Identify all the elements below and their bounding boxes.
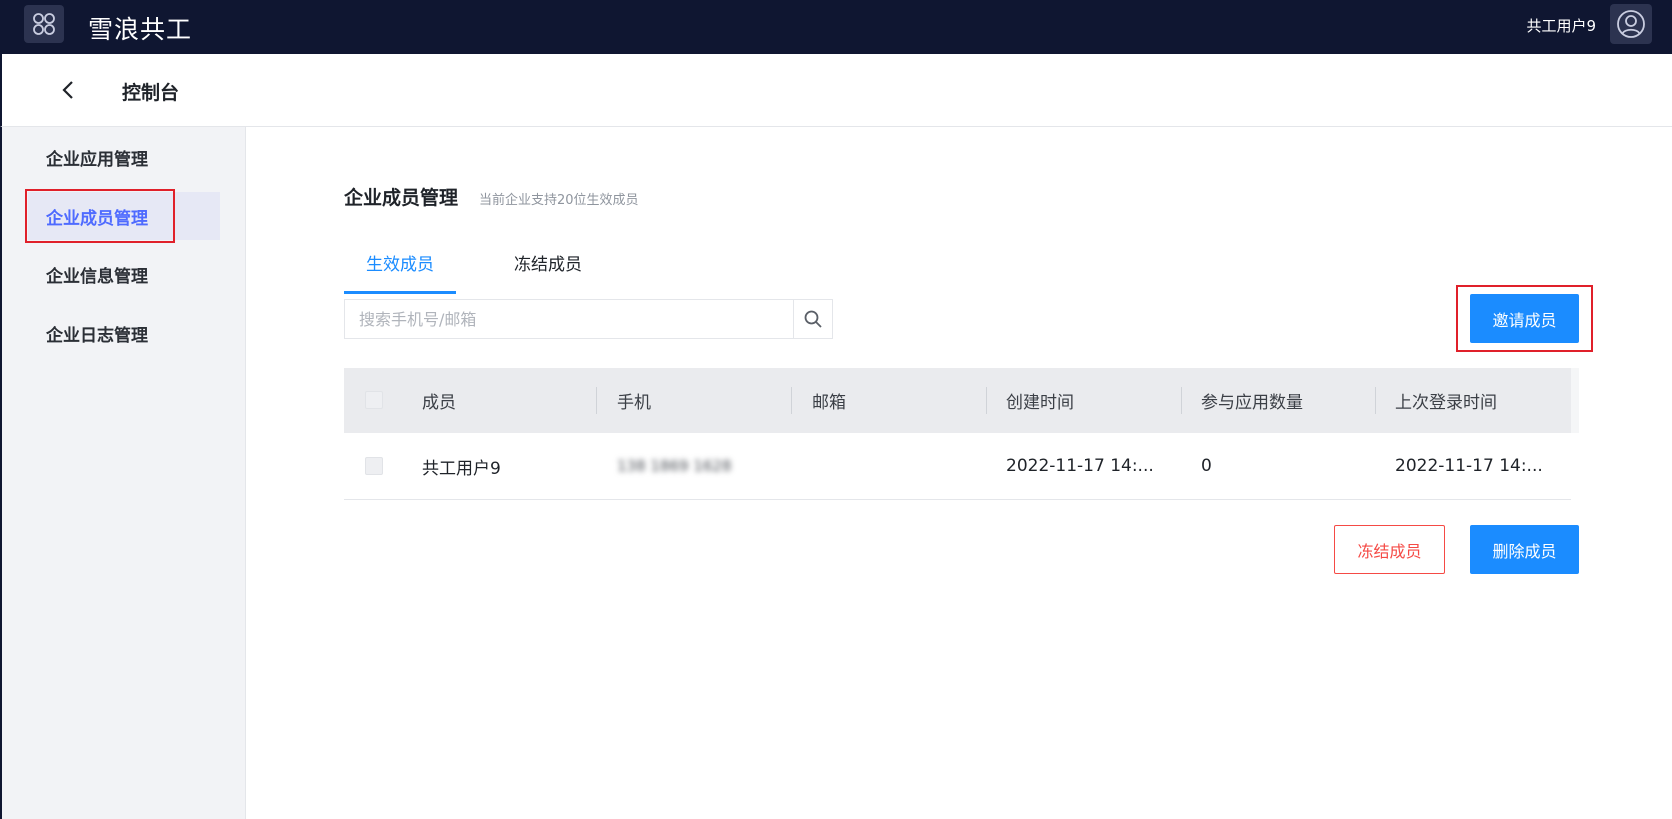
delete-member-button[interactable]: 删除成员 xyxy=(1470,525,1579,574)
table-scrollbar[interactable] xyxy=(1571,368,1579,433)
grid-apps-icon[interactable] xyxy=(24,5,64,43)
column-divider[interactable] xyxy=(596,387,597,414)
cell-created: 2022-11-17 14:... xyxy=(1006,456,1154,476)
console-title: 控制台 xyxy=(122,82,180,104)
column-header-phone[interactable]: 手机 xyxy=(617,368,651,433)
current-user-name[interactable]: 共工用户9 xyxy=(1526,15,1596,36)
column-header-app-count[interactable]: 参与应用数量 xyxy=(1201,368,1303,433)
row-checkbox[interactable] xyxy=(365,457,383,475)
console-header: 控制台 xyxy=(0,54,1672,127)
table-header: 成员 手机 邮箱 创建时间 参与应用数量 上次登录时间 xyxy=(344,368,1579,433)
members-table: 成员 手机 邮箱 创建时间 参与应用数量 上次登录时间 共工用户9 138 18… xyxy=(344,368,1579,500)
cell-phone: 138 1869 1628 xyxy=(617,457,732,475)
user-avatar-icon[interactable] xyxy=(1610,4,1652,44)
tab-active-members[interactable]: 生效成员 xyxy=(344,250,456,275)
column-divider[interactable] xyxy=(986,387,987,414)
tab-frozen-members[interactable]: 冻结成员 xyxy=(496,250,600,275)
search-icon[interactable] xyxy=(793,300,832,338)
select-all-checkbox[interactable] xyxy=(365,391,383,409)
sidebar-item-app-management[interactable]: 企业应用管理 xyxy=(28,133,220,181)
column-divider[interactable] xyxy=(791,387,792,414)
tab-active-indicator xyxy=(344,291,456,294)
invite-member-button[interactable]: 邀请成员 xyxy=(1470,294,1579,343)
cell-member: 共工用户9 xyxy=(422,458,501,479)
column-header-member[interactable]: 成员 xyxy=(422,368,456,433)
column-header-email[interactable]: 邮箱 xyxy=(812,368,846,433)
search-input[interactable] xyxy=(345,300,795,338)
table-row[interactable]: 共工用户9 138 1869 1628 2022-11-17 14:... 0 … xyxy=(344,433,1571,500)
top-bar: 雪浪共工 共工用户9 xyxy=(0,0,1672,54)
sidebar-item-info-management[interactable]: 企业信息管理 xyxy=(28,250,220,298)
freeze-member-button[interactable]: 冻结成员 xyxy=(1334,525,1445,574)
cell-app-count: 0 xyxy=(1201,456,1212,476)
page-subtitle: 当前企业支持20位生效成员 xyxy=(479,193,639,208)
sidebar-item-log-management[interactable]: 企业日志管理 xyxy=(28,309,220,357)
column-header-created[interactable]: 创建时间 xyxy=(1006,368,1074,433)
page-title: 企业成员管理 xyxy=(344,187,459,209)
sidebar-item-member-management[interactable]: 企业成员管理 xyxy=(28,192,220,240)
search-box xyxy=(344,299,833,339)
chevron-left-icon[interactable] xyxy=(56,78,80,102)
brand-name: 雪浪共工 xyxy=(88,15,193,44)
column-divider[interactable] xyxy=(1375,387,1376,414)
column-header-last-login[interactable]: 上次登录时间 xyxy=(1395,368,1497,433)
cell-last-login: 2022-11-17 14:... xyxy=(1395,456,1543,476)
column-divider[interactable] xyxy=(1181,387,1182,414)
sidebar: 企业应用管理 企业成员管理 企业信息管理 企业日志管理 xyxy=(0,127,246,819)
